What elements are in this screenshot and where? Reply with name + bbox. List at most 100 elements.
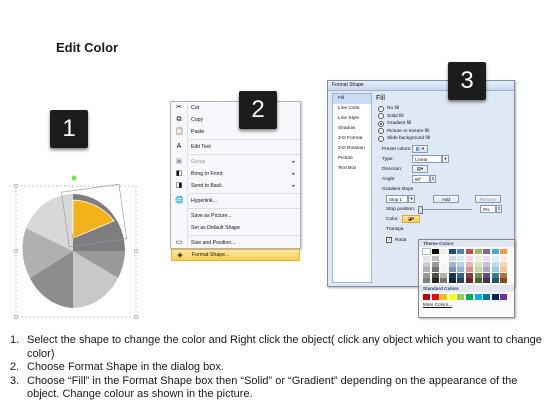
theme-color-swatch[interactable] <box>483 272 491 278</box>
standard-color-swatch[interactable] <box>465 294 473 300</box>
theme-color-swatch[interactable] <box>440 261 448 267</box>
theme-color-swatch[interactable] <box>483 278 491 283</box>
menu-item-send-to-back[interactable]: ◨ Send to Back ▸ <box>171 180 300 192</box>
stop-dropdown-button[interactable]: ▾ <box>408 195 415 203</box>
theme-color-swatch[interactable] <box>474 272 482 278</box>
add-stop-button[interactable]: Add <box>433 195 459 203</box>
menu-item-group[interactable]: ▣ Group ▸ <box>171 156 300 168</box>
theme-color-swatch[interactable] <box>457 261 465 267</box>
fill-option-no-fill[interactable]: No fill <box>376 105 508 113</box>
theme-color-swatch[interactable] <box>431 261 439 267</box>
nav-item-3-d-rotation[interactable]: 3-D Rotation <box>333 144 371 154</box>
nav-item-line-style[interactable]: Line Style <box>333 114 371 124</box>
menu-item-save-as-picture[interactable]: Save as Picture... <box>171 210 300 222</box>
theme-color-swatch[interactable] <box>423 261 430 267</box>
theme-color-swatch[interactable] <box>500 272 508 278</box>
color-picker-button[interactable]: ◪ ▾ <box>402 215 420 223</box>
theme-color-swatch[interactable] <box>483 261 491 267</box>
theme-color-swatch[interactable] <box>483 249 491 254</box>
theme-color-swatch[interactable] <box>440 267 448 272</box>
pie-selection-area[interactable] <box>8 175 158 320</box>
angle-spinner[interactable]: ⇕ <box>430 175 436 183</box>
theme-color-swatch[interactable] <box>448 256 456 261</box>
standard-color-swatch[interactable] <box>423 294 430 300</box>
theme-color-swatch[interactable] <box>448 249 456 254</box>
angle-input[interactable]: 90° <box>412 175 430 183</box>
theme-color-swatch[interactable] <box>431 272 439 278</box>
resize-handle-br[interactable] <box>133 314 139 320</box>
theme-color-swatch[interactable] <box>457 278 465 283</box>
nav-item-3-d-format[interactable]: 3-D Format <box>333 134 371 144</box>
theme-color-swatch[interactable] <box>474 261 482 267</box>
menu-item-format-shape[interactable]: ◈ Format Shape... <box>171 249 300 261</box>
more-colors-link[interactable]: More Colors... <box>419 302 514 307</box>
theme-color-swatch[interactable] <box>491 261 499 267</box>
menu-item-cut[interactable]: ✂ Cut <box>171 102 300 114</box>
type-select[interactable]: Linear <box>412 155 442 163</box>
nav-item-line-color[interactable]: Line Color <box>333 104 371 114</box>
theme-color-swatch[interactable] <box>491 249 499 254</box>
rotation-handle[interactable] <box>71 175 77 181</box>
nav-item-fill[interactable]: Fill <box>333 94 371 104</box>
theme-color-swatch[interactable] <box>474 267 482 272</box>
standard-color-swatch[interactable] <box>448 294 456 300</box>
standard-color-swatch[interactable] <box>431 294 439 300</box>
theme-color-swatch[interactable] <box>474 278 482 283</box>
theme-color-swatch[interactable] <box>500 249 508 254</box>
theme-color-swatch[interactable] <box>500 278 508 283</box>
theme-color-swatch[interactable] <box>431 249 439 254</box>
theme-color-swatch[interactable] <box>500 261 508 267</box>
menu-item-paste[interactable]: 📋 Paste <box>171 126 300 138</box>
theme-color-swatch[interactable] <box>474 249 482 254</box>
menu-item-edit-text[interactable]: A Edit Text <box>171 141 300 153</box>
theme-color-swatch[interactable] <box>448 278 456 283</box>
theme-color-swatch[interactable] <box>474 256 482 261</box>
nav-item-text-box[interactable]: Text Box <box>333 164 371 174</box>
theme-color-swatch[interactable] <box>457 249 465 254</box>
theme-color-swatch[interactable] <box>448 272 456 278</box>
theme-color-swatch[interactable] <box>448 261 456 267</box>
fill-option-solid-fill[interactable]: Solid fill <box>376 113 508 121</box>
resize-handle-bl[interactable] <box>13 314 19 320</box>
standard-color-swatch[interactable] <box>457 294 465 300</box>
theme-color-swatch[interactable] <box>491 278 499 283</box>
theme-color-swatch[interactable] <box>465 278 473 283</box>
theme-color-swatch[interactable] <box>440 256 448 261</box>
resize-handle-tl[interactable] <box>13 183 19 189</box>
theme-color-swatch[interactable] <box>431 256 439 261</box>
fill-option-slide-background-fill[interactable]: Slide background fill <box>376 135 508 143</box>
theme-color-swatch[interactable] <box>465 256 473 261</box>
radio-button[interactable] <box>378 120 384 127</box>
theme-color-swatch[interactable] <box>465 267 473 272</box>
stop-position-spinner[interactable]: ⇕ <box>496 205 502 213</box>
pie-shape[interactable] <box>8 175 158 320</box>
slider-thumb[interactable] <box>418 205 423 214</box>
theme-color-swatch[interactable] <box>423 256 430 261</box>
nav-item-shadow[interactable]: Shadow <box>333 124 371 134</box>
fill-option-picture-or-texture-fill[interactable]: Picture or texture fill <box>376 128 508 136</box>
direction-button[interactable]: ▤▾ <box>412 165 428 173</box>
stop-position-slider[interactable] <box>418 205 472 214</box>
theme-color-swatch[interactable] <box>440 278 448 283</box>
theme-color-swatch[interactable] <box>423 267 430 272</box>
menu-item-hyperlink[interactable]: 🌐 Hyperlink... <box>171 195 300 207</box>
theme-color-swatch[interactable] <box>465 272 473 278</box>
stop-position-input[interactable]: 0% <box>480 205 496 213</box>
standard-color-swatch[interactable] <box>491 294 499 300</box>
preset-colors-button[interactable]: ▾ <box>412 145 428 153</box>
theme-color-swatch[interactable] <box>483 267 491 272</box>
theme-color-swatch[interactable] <box>465 261 473 267</box>
theme-color-swatch[interactable] <box>465 249 473 254</box>
radio-button[interactable] <box>378 113 384 120</box>
theme-color-swatch[interactable] <box>457 272 465 278</box>
menu-item-set-as-default-shape[interactable]: Set as Default Shape <box>171 222 300 234</box>
nav-item-picture[interactable]: Picture <box>333 154 371 164</box>
theme-color-swatch[interactable] <box>431 278 439 283</box>
radio-button[interactable] <box>378 135 384 142</box>
theme-color-swatch[interactable] <box>500 256 508 261</box>
radio-button[interactable] <box>378 128 384 135</box>
theme-color-swatch[interactable] <box>491 267 499 272</box>
menu-item-bring-to-front[interactable]: ◧ Bring to Front ▸ <box>171 168 300 180</box>
theme-color-swatch[interactable] <box>431 267 439 272</box>
theme-color-swatch[interactable] <box>423 278 430 283</box>
